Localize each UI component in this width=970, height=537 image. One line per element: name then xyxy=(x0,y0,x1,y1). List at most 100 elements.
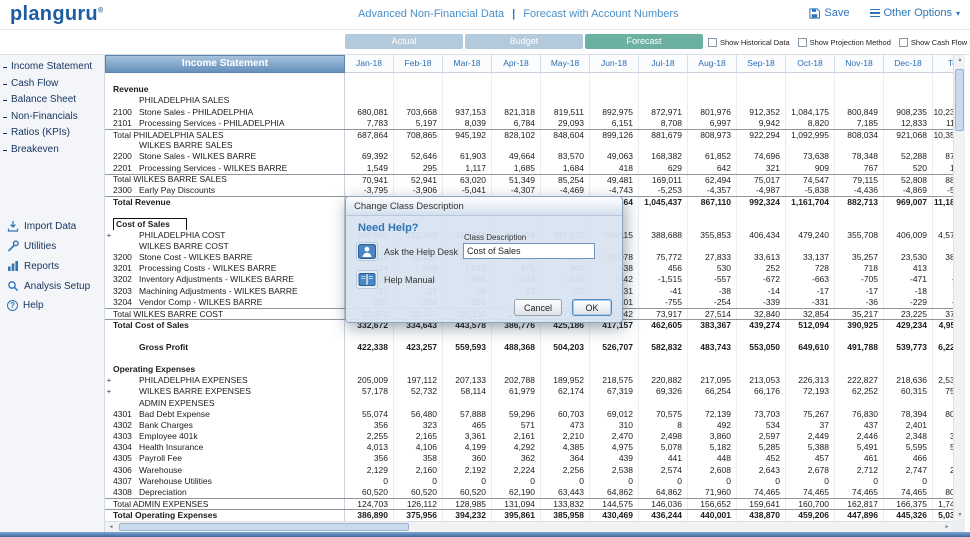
cell[interactable]: 168,382 xyxy=(639,151,688,162)
cell[interactable]: 488,368 xyxy=(492,342,541,353)
row-header[interactable]: 2101Processing Services - PHILADELPHIA xyxy=(105,118,345,129)
cell[interactable]: 5,036,909 xyxy=(933,510,953,520)
cell[interactable]: 767 xyxy=(835,163,884,174)
cell[interactable]: 62,252 xyxy=(835,386,884,397)
cell[interactable]: 473 xyxy=(541,420,590,431)
cell[interactable]: 73,638 xyxy=(786,151,835,162)
cell[interactable]: 4,579,777 xyxy=(933,230,953,241)
cell[interactable]: -38 xyxy=(688,286,737,297)
cell[interactable]: 10,235,264 xyxy=(933,107,953,118)
cell[interactable]: 4,292 xyxy=(492,442,541,453)
cell[interactable]: 6,151 xyxy=(590,118,639,129)
cell[interactable]: 6,784 xyxy=(492,118,541,129)
cell[interactable]: 430,469 xyxy=(590,510,639,520)
cell[interactable]: 6,997 xyxy=(688,118,737,129)
cell[interactable]: 3,860 xyxy=(688,431,737,442)
sidebar-tool-reports[interactable]: Reports xyxy=(0,256,104,276)
cell[interactable]: 1,741,522 xyxy=(933,499,953,509)
cell[interactable]: 74,696 xyxy=(737,151,786,162)
cell[interactable]: 1,117 xyxy=(443,163,492,174)
cell[interactable]: -4,357 xyxy=(688,185,737,196)
cell[interactable]: 27,514 xyxy=(688,309,737,319)
cell[interactable]: 220,882 xyxy=(639,375,688,386)
cell[interactable]: 2,597 xyxy=(737,431,786,442)
cell[interactable]: 922,294 xyxy=(737,130,786,140)
cell[interactable]: 819,511 xyxy=(541,107,590,118)
row-header[interactable]: 4307Warehouse Utilities xyxy=(105,476,345,487)
cell[interactable]: 156,652 xyxy=(688,499,737,509)
cell[interactable]: 207,133 xyxy=(443,375,492,386)
cell[interactable]: 3,361 xyxy=(443,431,492,442)
cell[interactable]: 4,964 xyxy=(933,453,953,464)
cell[interactable]: 483,743 xyxy=(688,342,737,353)
cell[interactable]: 213,053 xyxy=(737,375,786,386)
cell[interactable]: 59,296 xyxy=(492,409,541,420)
cell[interactable]: 4,013 xyxy=(345,442,394,453)
cell[interactable]: 33,137 xyxy=(786,252,835,263)
cell[interactable]: 4,106 xyxy=(394,442,443,453)
cell[interactable]: 60,520 xyxy=(345,487,394,498)
cell[interactable]: 75,267 xyxy=(786,409,835,420)
cell[interactable]: 423,257 xyxy=(394,342,443,353)
cell[interactable]: 78,348 xyxy=(835,151,884,162)
cell[interactable]: 35,257 xyxy=(835,252,884,263)
row-header[interactable]: 3202Inventory Adjustments - WILKES BARRE xyxy=(105,274,345,285)
cell[interactable]: -705 xyxy=(835,274,884,285)
cell[interactable]: 61,979 xyxy=(492,386,541,397)
cell[interactable]: -4,743 xyxy=(590,185,639,196)
cell[interactable]: 908,235 xyxy=(884,107,933,118)
cell[interactable]: 60,315 xyxy=(884,386,933,397)
cell[interactable]: -471 xyxy=(884,274,933,285)
cell[interactable]: 0 xyxy=(737,476,786,487)
cell[interactable]: 60,520 xyxy=(443,487,492,498)
cell[interactable]: 358 xyxy=(394,453,443,464)
cell[interactable]: 52,941 xyxy=(394,175,443,185)
cell[interactable]: 73,703 xyxy=(737,409,786,420)
cell[interactable]: 124,703 xyxy=(345,499,394,509)
scroll-left-icon[interactable]: ◄ xyxy=(105,522,117,532)
help-link-ask-the-help-desk[interactable]: Ask the Help Desk xyxy=(356,242,458,261)
cell[interactable]: 63,020 xyxy=(443,175,492,185)
cell[interactable]: 5,182 xyxy=(688,442,737,453)
cell[interactable]: 0 xyxy=(884,476,933,487)
cell[interactable]: 11,182,773 xyxy=(933,197,953,207)
cell[interactable]: 466 xyxy=(884,453,933,464)
cell[interactable]: 756,012 xyxy=(933,386,953,397)
expand-icon[interactable]: + xyxy=(105,230,113,241)
cell[interactable]: 9,942 xyxy=(737,118,786,129)
cell[interactable]: 74,465 xyxy=(786,487,835,498)
row-header[interactable]: Cost of Sales xyxy=(105,218,345,229)
cell[interactable]: 492 xyxy=(688,420,737,431)
cell[interactable]: 74,465 xyxy=(737,487,786,498)
cell[interactable]: 75,017 xyxy=(737,175,786,185)
cell[interactable]: 8,708 xyxy=(639,118,688,129)
cell[interactable]: 526,707 xyxy=(590,342,639,353)
cell[interactable]: 83,570 xyxy=(541,151,590,162)
cell[interactable]: 202,788 xyxy=(492,375,541,386)
cell[interactable]: 440,001 xyxy=(688,510,737,520)
cell[interactable]: 945,192 xyxy=(443,130,492,140)
cell[interactable]: 74,465 xyxy=(835,487,884,498)
sidebar-tool-analysis-setup[interactable]: Analysis Setup xyxy=(0,276,104,296)
horizontal-scroll-thumb[interactable] xyxy=(119,523,409,531)
cell[interactable]: 2,449 xyxy=(786,431,835,442)
cell[interactable]: -36 xyxy=(835,297,884,308)
cell[interactable]: 429,234 xyxy=(884,320,933,330)
row-header[interactable]: 4304Health Insurance xyxy=(105,442,345,453)
tab-budget[interactable]: Budget xyxy=(465,34,583,49)
cell[interactable]: 2,165 xyxy=(394,431,443,442)
cell[interactable]: 0 xyxy=(443,476,492,487)
cell[interactable]: 217,095 xyxy=(688,375,737,386)
cell[interactable]: 73,917 xyxy=(639,309,688,319)
row-header[interactable]: WILKES BARRE COST xyxy=(105,241,345,252)
cell[interactable]: -3,372 xyxy=(933,297,953,308)
cell[interactable]: 49,664 xyxy=(492,151,541,162)
cell[interactable]: 0 xyxy=(933,476,953,487)
cell[interactable]: 872,971 xyxy=(639,107,688,118)
cell[interactable]: 422,338 xyxy=(345,342,394,353)
cell[interactable]: 504,203 xyxy=(541,342,590,353)
cancel-button[interactable]: Cancel xyxy=(514,299,562,316)
cell[interactable]: 356 xyxy=(345,453,394,464)
row-header[interactable]: Revenue xyxy=(105,84,345,95)
cell[interactable]: 57,178 xyxy=(345,386,394,397)
